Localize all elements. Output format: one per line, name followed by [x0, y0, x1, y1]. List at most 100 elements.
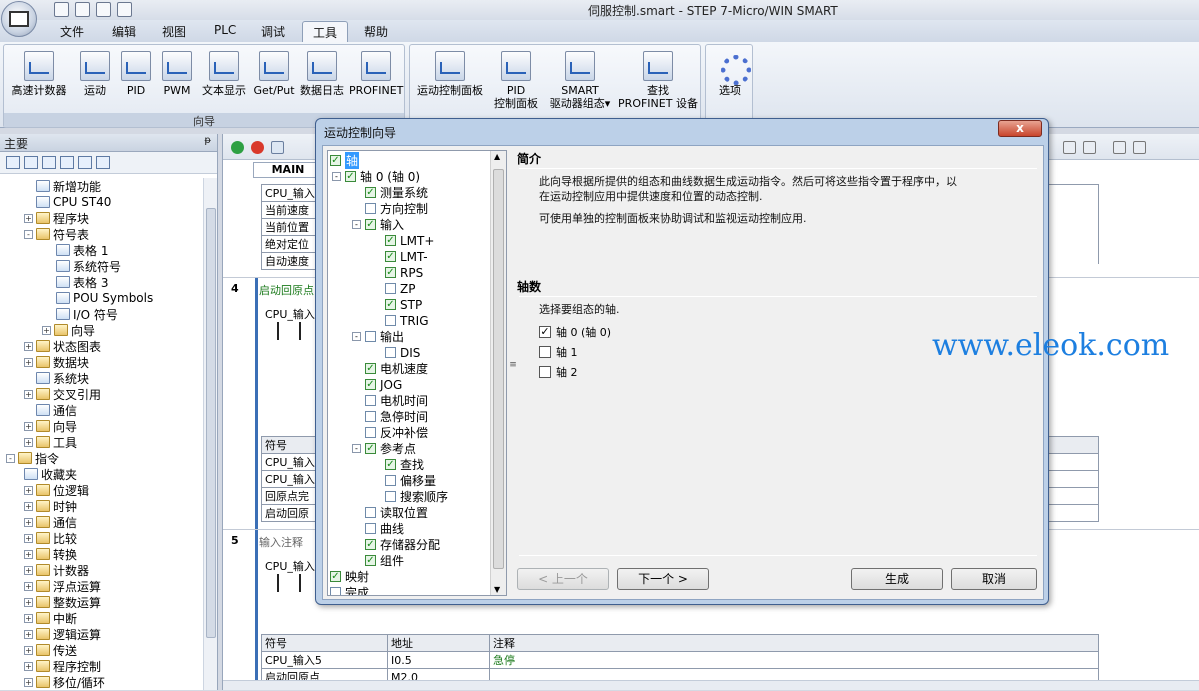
tree-item[interactable]: 收藏夹 — [24, 466, 77, 482]
axis-0-checkbox[interactable]: ✓ 轴 0 (轴 0) — [539, 324, 611, 340]
tree-item[interactable]: + 时钟 — [24, 498, 77, 514]
pane-splitter[interactable]: ≡ — [509, 150, 517, 596]
wizard-hsc-button[interactable]: 高速计数器 — [6, 51, 72, 97]
tree-item[interactable]: I/O 符号 — [56, 306, 118, 322]
tree-item[interactable]: POU Symbols — [56, 290, 153, 306]
tree-item[interactable]: + 位逻辑 — [24, 482, 89, 498]
expand-icon[interactable]: + — [42, 325, 51, 335]
wizard-tree-item[interactable]: 偏移量 — [372, 473, 436, 488]
wizard-tree-item[interactable]: ✓ 查找 — [372, 457, 424, 472]
wizard-tree-scrollbar[interactable]: ▲ ▼ — [490, 151, 506, 595]
tree-item[interactable]: + 浮点运算 — [24, 578, 101, 594]
options-button[interactable]: 选项 — [710, 51, 751, 97]
wizard-tree-item[interactable]: ✓ STP — [372, 297, 422, 312]
monitor-icon[interactable] — [96, 156, 110, 169]
compile-icon[interactable] — [271, 141, 284, 154]
collapse-icon[interactable]: - — [352, 444, 361, 453]
menu-tools[interactable]: 工具 — [302, 21, 349, 43]
tree-item[interactable]: CPU ST40 — [36, 194, 111, 210]
expand-icon[interactable]: + — [24, 645, 33, 655]
wizard-tree-item[interactable]: - ✓ 输入 — [352, 217, 404, 232]
tree-item[interactable]: - 指令 — [6, 450, 59, 466]
scroll-up-icon[interactable]: ▲ — [494, 152, 500, 161]
collapse-icon[interactable]: - — [332, 172, 341, 181]
expand-icon[interactable]: + — [24, 581, 33, 591]
expand-icon[interactable]: + — [24, 517, 33, 527]
wizard-tree-item[interactable]: 反冲补偿 — [352, 425, 428, 440]
tree-item[interactable]: + 向导 — [42, 322, 95, 338]
wizard-tree-item[interactable]: ✓ 映射 — [330, 569, 369, 584]
scrollbar-thumb[interactable] — [206, 208, 216, 638]
wizard-getput-button[interactable]: Get/Put — [252, 51, 296, 97]
contact-symbol[interactable] — [277, 574, 301, 592]
download-icon[interactable] — [1113, 141, 1126, 154]
expand-icon[interactable]: + — [24, 389, 33, 399]
tab-main[interactable]: MAIN — [253, 162, 323, 178]
scrollbar-thumb[interactable] — [493, 169, 504, 569]
expand-icon[interactable]: + — [24, 213, 33, 223]
save-icon[interactable] — [96, 2, 111, 17]
expand-icon[interactable]: + — [24, 357, 33, 367]
wizard-tree-item[interactable]: ✓ LMT+ — [372, 233, 434, 248]
checkbox[interactable] — [539, 366, 551, 378]
list-icon[interactable] — [78, 156, 92, 169]
contact-symbol[interactable] — [277, 322, 301, 340]
tree-item[interactable]: 系统符号 — [56, 258, 121, 274]
wizard-tree-item[interactable]: 急停时间 — [352, 409, 428, 424]
tree-item[interactable]: + 工具 — [24, 434, 77, 450]
bookmark-icon[interactable] — [1083, 141, 1096, 154]
wizard-tree-item[interactable]: 电机时间 — [352, 393, 428, 408]
expand-icon[interactable]: + — [24, 565, 33, 575]
collapse-icon[interactable]: - — [352, 332, 361, 341]
wizard-tree-item[interactable]: - 输出 — [352, 329, 404, 344]
run-icon[interactable] — [231, 141, 244, 154]
collapse-icon[interactable]: - — [352, 220, 361, 229]
editor-hscrollbar[interactable] — [223, 680, 1199, 690]
wizard-tree-item[interactable]: ✓ RPS — [372, 265, 423, 280]
axis-1-checkbox[interactable]: 轴 1 — [539, 344, 578, 360]
tree-item[interactable]: + 逻辑运算 — [24, 626, 101, 642]
expand-icon[interactable]: + — [24, 629, 33, 639]
tree-item[interactable]: + 传送 — [24, 642, 77, 658]
tree-item[interactable]: 系统块 — [36, 370, 89, 386]
wizard-tree-item[interactable]: ✓ 存储器分配 — [352, 537, 440, 552]
cancel-button[interactable]: 取消 — [951, 568, 1037, 590]
table-icon[interactable] — [24, 156, 38, 169]
edit-icon[interactable] — [1063, 141, 1076, 154]
wizard-profinet-button[interactable]: PROFINET — [349, 51, 403, 97]
tree-item[interactable]: + 整数运算 — [24, 594, 101, 610]
menu-plc[interactable]: PLC — [214, 23, 236, 37]
checkbox[interactable] — [539, 346, 551, 358]
wizard-pwm-button[interactable]: PWM — [159, 51, 195, 97]
motion-control-panel-button[interactable]: 运动控制面板 — [412, 51, 488, 97]
wizard-tree-item[interactable]: 搜索顺序 — [372, 489, 448, 504]
tree-scrollbar[interactable] — [203, 178, 217, 690]
wizard-tree-item[interactable]: ✓ LMT- — [372, 249, 428, 264]
expand-icon[interactable]: + — [24, 341, 33, 351]
wizard-tree-item[interactable]: ✓ JOG — [352, 377, 402, 392]
tree-item[interactable]: 表格 1 — [56, 242, 108, 258]
tree-item[interactable]: + 程序块 — [24, 210, 89, 226]
expand-icon[interactable]: + — [24, 597, 33, 607]
expand-icon[interactable]: + — [24, 661, 33, 671]
pin-icon[interactable]: ᵽ — [204, 135, 211, 146]
tree-item[interactable]: - 符号表 — [24, 226, 89, 242]
rung-comment[interactable]: 输入注释 — [259, 534, 303, 550]
document-icon[interactable] — [42, 156, 56, 169]
expand-icon[interactable]: + — [24, 613, 33, 623]
wizard-tree-item[interactable]: 曲线 — [352, 521, 404, 536]
tree-item[interactable]: + 转换 — [24, 546, 77, 562]
expand-icon[interactable]: + — [24, 485, 33, 495]
tree-item[interactable]: + 移位/循环 — [24, 674, 105, 690]
expand-icon[interactable]: + — [24, 421, 33, 431]
scroll-down-icon[interactable]: ▼ — [494, 585, 500, 594]
menu-file[interactable]: 文件 — [60, 23, 84, 40]
stop-icon[interactable] — [251, 141, 264, 154]
menu-view[interactable]: 视图 — [162, 23, 186, 40]
menu-edit[interactable]: 编辑 — [112, 23, 136, 40]
expand-icon[interactable]: + — [24, 501, 33, 511]
tree-item[interactable]: 通信 — [36, 402, 77, 418]
wizard-tree-item[interactable]: ✓ 组件 — [352, 553, 404, 568]
close-button[interactable]: x — [998, 120, 1042, 137]
print-icon[interactable] — [117, 2, 132, 17]
